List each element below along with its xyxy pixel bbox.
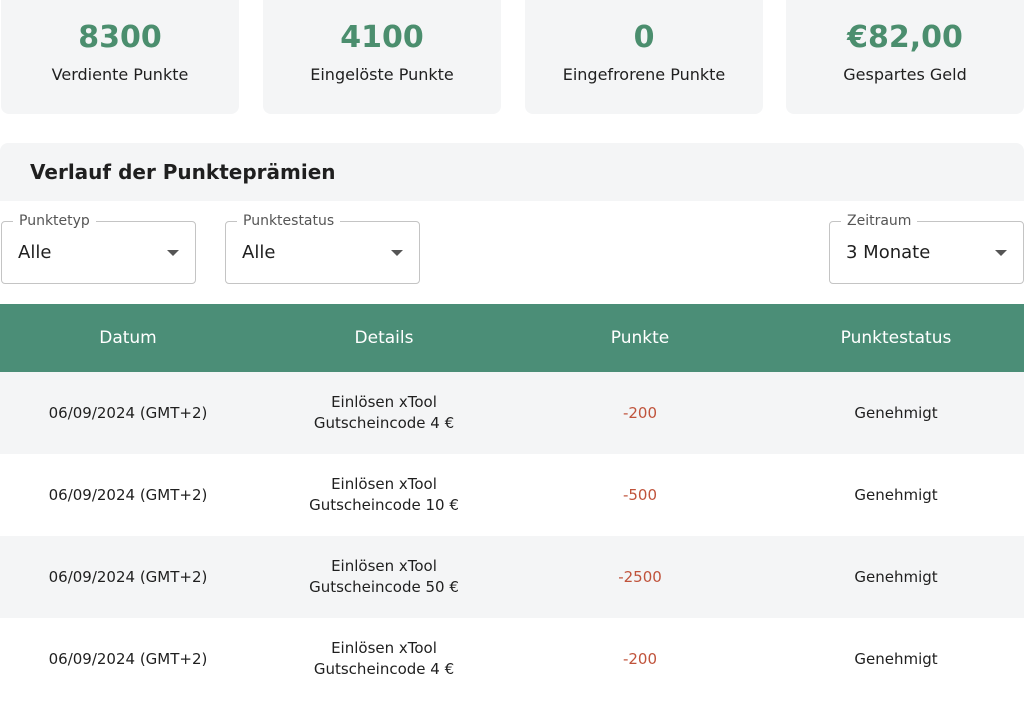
cell-points: -200 <box>622 403 658 422</box>
select-value: Alle <box>18 242 52 263</box>
points-summary: 8300 Verdiente Punkte 4100 Eingelöste Pu… <box>0 0 1024 114</box>
cell-details: Einlösen xTool Gutscheincode 4 € <box>313 639 455 678</box>
cell-status: Genehmigt <box>854 485 938 504</box>
stat-card-earned: 8300 Verdiente Punkte <box>1 0 239 114</box>
cell-details: Einlösen xTool Gutscheincode 10 € <box>309 475 459 514</box>
period-select[interactable]: Zeitraum 3 Monate <box>829 212 1024 284</box>
cell-date: 06/09/2024 (GMT+2) <box>48 567 208 586</box>
stat-value: 8300 <box>78 20 162 55</box>
caret-down-icon <box>391 250 403 256</box>
stat-value: €82,00 <box>847 20 963 55</box>
table-header: Datum Details Punkte Punktestatus <box>0 304 1024 372</box>
caret-down-icon <box>167 250 179 256</box>
stat-label: Gespartes Geld <box>843 65 967 84</box>
select-value: Alle <box>242 242 276 263</box>
column-header-points: Punkte <box>610 328 670 348</box>
caret-down-icon <box>995 250 1007 256</box>
stat-label: Verdiente Punkte <box>51 65 189 84</box>
cell-status: Genehmigt <box>854 567 938 586</box>
stat-card-saved-money: €82,00 Gespartes Geld <box>786 0 1024 114</box>
stat-card-redeemed: 4100 Eingelöste Punkte <box>263 0 501 114</box>
history-header: Verlauf der Punkteprämien <box>0 143 1024 201</box>
stat-label: Eingelöste Punkte <box>310 65 454 84</box>
cell-points: -500 <box>622 485 658 504</box>
stat-label: Eingefrorene Punkte <box>562 65 726 84</box>
cell-date: 06/09/2024 (GMT+2) <box>48 649 208 668</box>
select-label: Zeitraum <box>841 212 918 230</box>
table-row: 06/09/2024 (GMT+2) Einlösen xTool Gutsch… <box>0 536 1024 618</box>
stat-value: 4100 <box>340 20 424 55</box>
points-status-select[interactable]: Punktestatus Alle <box>225 212 420 284</box>
table-row: 06/09/2024 (GMT+2) Einlösen xTool Gutsch… <box>0 454 1024 536</box>
cell-points: -200 <box>622 649 658 668</box>
table-row: 06/09/2024 (GMT+2) Einlösen xTool Gutsch… <box>0 618 1024 700</box>
cell-date: 06/09/2024 (GMT+2) <box>48 485 208 504</box>
cell-status: Genehmigt <box>854 403 938 422</box>
column-header-date: Datum <box>99 328 157 348</box>
select-label: Punktetyp <box>13 212 96 230</box>
table-row: 06/09/2024 (GMT+2) Einlösen xTool Gutsch… <box>0 372 1024 454</box>
points-type-select[interactable]: Punktetyp Alle <box>1 212 196 284</box>
cell-status: Genehmigt <box>854 649 938 668</box>
cell-date: 06/09/2024 (GMT+2) <box>48 403 208 422</box>
cell-points: -2500 <box>618 567 662 586</box>
stat-value: 0 <box>633 20 655 55</box>
section-title: Verlauf der Punkteprämien <box>30 160 336 184</box>
cell-details: Einlösen xTool Gutscheincode 4 € <box>313 393 455 432</box>
select-value: 3 Monate <box>846 242 931 263</box>
column-header-details: Details <box>354 328 414 348</box>
select-label: Punktestatus <box>237 212 341 230</box>
stat-card-frozen: 0 Eingefrorene Punkte <box>525 0 763 114</box>
cell-details: Einlösen xTool Gutscheincode 50 € <box>309 557 459 596</box>
column-header-status: Punktestatus <box>840 328 952 348</box>
